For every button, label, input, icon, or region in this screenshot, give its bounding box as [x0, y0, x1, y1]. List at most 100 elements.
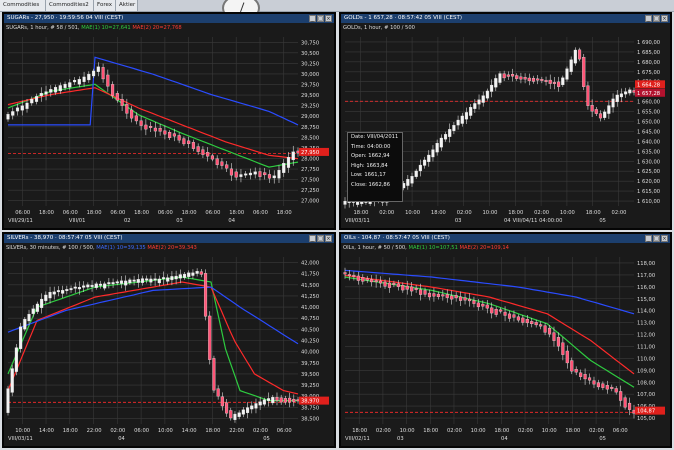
- y-tick-label: 30,250: [301, 61, 319, 67]
- x-tick-label: 18:00: [39, 210, 54, 216]
- minimize-button[interactable]: _: [645, 235, 652, 242]
- chart-window-gold[interactable]: GOLDs - 1 657,28 · 08:57:42 05 VIII (CES…: [339, 12, 672, 230]
- tooltip-row-date: Date: VIII/04/2011: [351, 134, 399, 140]
- candle-body: [77, 287, 81, 290]
- candle-body: [103, 283, 107, 289]
- candle-body: [573, 49, 577, 64]
- y-tick-label: 1 625,00: [637, 169, 660, 175]
- minimize-button[interactable]: _: [309, 235, 316, 242]
- candle-body: [556, 337, 560, 347]
- candle-body: [286, 157, 291, 168]
- candle-body: [30, 98, 34, 104]
- window-title-silver[interactable]: SILVERs - 38,970 · 08:57:47 05 VIII (CES…: [4, 234, 334, 243]
- chart-window-silver[interactable]: SILVERs - 38,970 · 08:57:47 05 VIII (CES…: [2, 232, 336, 448]
- candle-body: [61, 290, 65, 294]
- candle-body: [536, 78, 540, 81]
- candle-body: [502, 73, 506, 79]
- candle-body: [423, 290, 427, 295]
- chart-area-oil[interactable]: 118,00 117,00 116,00 115,00 114,00 113,00 112,…: [341, 243, 670, 446]
- chart-area-sugar[interactable]: 30,750 30,500 30,250 30,000 29,750 29,500 29,2…: [4, 23, 334, 228]
- close-button[interactable]: ×: [661, 15, 668, 22]
- minimize-button[interactable]: _: [309, 15, 316, 22]
- candle-body: [187, 140, 191, 144]
- x-tick-label: 06:00: [63, 210, 78, 216]
- close-button[interactable]: ×: [325, 235, 332, 242]
- candle-body: [464, 112, 469, 120]
- candle-body: [523, 77, 527, 80]
- maximize-button[interactable]: □: [653, 15, 660, 22]
- candle-body: [25, 102, 29, 109]
- tab-forex[interactable]: Forex: [94, 0, 116, 11]
- close-button[interactable]: ×: [325, 15, 332, 22]
- candle-body: [69, 288, 73, 291]
- candle-body: [182, 274, 187, 278]
- candle-body: [473, 103, 477, 109]
- candle-body: [343, 272, 347, 275]
- y-tick-label: 1 685,00: [637, 50, 660, 56]
- candle-body: [414, 287, 418, 290]
- date-label: 03: [397, 436, 404, 442]
- chart-window-oil[interactable]: OILs - 104,87 · 08:57:47 05 VIII (CEST) …: [339, 232, 672, 448]
- y-tick-label: 1 640,00: [637, 139, 660, 145]
- candle-body: [174, 275, 178, 280]
- candle-body: [445, 294, 449, 298]
- candle-tooltip: Date: VIII/04/2011 Time: 04:00:00 Open: …: [347, 132, 403, 202]
- candle-body: [82, 285, 86, 288]
- candle-body: [53, 87, 58, 93]
- y-tick-label: 1 680,00: [637, 60, 660, 66]
- candle-body: [6, 114, 10, 120]
- candle-body: [519, 76, 523, 80]
- y-tick-label: 27,500: [301, 178, 319, 184]
- candle-body: [263, 172, 267, 176]
- tab-commodities[interactable]: Commodities: [0, 0, 46, 11]
- candle-body: [540, 79, 544, 81]
- maximize-button[interactable]: □: [317, 15, 324, 22]
- candle-body: [521, 317, 525, 323]
- candle-body: [132, 279, 136, 282]
- chart-window-sugar[interactable]: SUGARs - 27,950 · 19:59:56 04 VIII (CEST…: [2, 12, 336, 230]
- x-tick-label: 18:00: [565, 428, 580, 434]
- y-tick-label: 27,250: [301, 188, 319, 194]
- date-label: VIII/03/11: [8, 436, 33, 442]
- candle-body: [271, 397, 275, 404]
- candle-body: [98, 283, 103, 286]
- candle-body: [481, 95, 485, 103]
- candle-body: [267, 174, 272, 179]
- candle-body: [477, 99, 481, 105]
- candle-body: [68, 82, 72, 88]
- tab-aktier[interactable]: Aktier: [116, 0, 138, 11]
- candle-body: [598, 113, 603, 119]
- x-tick-label: 02:00: [534, 210, 549, 216]
- ma-long-line: [344, 274, 635, 375]
- close-button[interactable]: ×: [661, 235, 668, 242]
- y-tick-label: 29,750: [301, 83, 319, 89]
- tab-commodities2[interactable]: Commodities2: [46, 0, 94, 11]
- candle-body: [432, 293, 436, 297]
- candle-body: [383, 281, 387, 287]
- x-tick-label: 10:00: [400, 428, 415, 434]
- y-tick-label: 29,250: [301, 104, 319, 110]
- window-title-oil[interactable]: OILs - 104,87 · 08:57:47 05 VIII (CEST) …: [341, 234, 670, 243]
- candle-body: [569, 59, 573, 72]
- window-title-sugar[interactable]: SUGARs - 27,950 · 19:59:56 04 VIII (CEST…: [4, 14, 334, 23]
- candle-body: [225, 164, 229, 169]
- minimize-button[interactable]: _: [645, 15, 652, 22]
- candle-body: [530, 321, 534, 325]
- last-price-label: 27,950: [301, 150, 319, 156]
- y-tick-label: 1 675,00: [637, 70, 660, 76]
- candle-body: [583, 374, 587, 380]
- x-tick-label: 02:00: [110, 428, 125, 434]
- chart-area-silver[interactable]: 42,000 41,750 41,500 41,250 41,000 40,750 40,5…: [4, 243, 334, 446]
- candle-body: [443, 134, 448, 140]
- maximize-button[interactable]: □: [317, 235, 324, 242]
- maximize-button[interactable]: □: [653, 235, 660, 242]
- candle-body: [157, 278, 161, 284]
- y-tick-label: 27,000: [301, 199, 319, 205]
- ma-short-line: [344, 276, 635, 388]
- candle-body: [250, 405, 254, 410]
- candle-body: [632, 90, 636, 93]
- window-title-gold[interactable]: GOLDs - 1 657,28 · 08:57:42 05 VIII (CES…: [341, 14, 670, 23]
- candle-body: [254, 403, 258, 409]
- y-tick-label: 41,500: [301, 283, 319, 289]
- x-tick-label: 02:00: [589, 428, 604, 434]
